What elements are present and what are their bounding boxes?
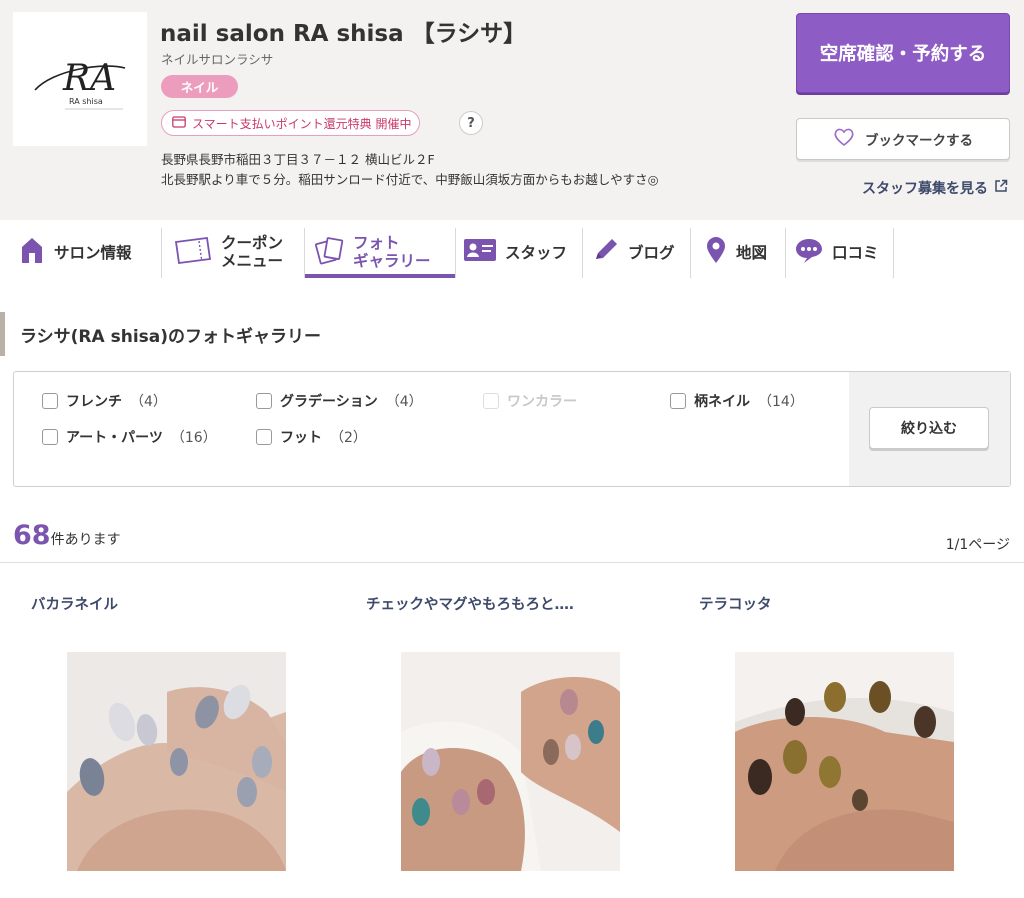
tab-salon-info[interactable]: サロン情報 [18, 226, 132, 278]
active-tab-indicator [305, 274, 455, 278]
filter-count: （4） [385, 394, 423, 410]
staff-recruit-link[interactable]: スタッフ募集を見る [862, 178, 1008, 198]
result-count: 68 件あります [13, 520, 121, 551]
filter-label: 柄ネイル [694, 394, 750, 410]
filter-label: グラデーション [280, 394, 378, 410]
svg-text:RA shisa: RA shisa [69, 97, 103, 106]
filter-one-color: ワンカラー [483, 391, 577, 411]
salon-logo: RA RA shisa [13, 12, 147, 146]
section-title-accent [0, 312, 5, 356]
tab-photo-gallery[interactable]: フォト ギャラリー [315, 226, 431, 278]
checkbox[interactable] [256, 393, 272, 409]
filter-foot[interactable]: フット （2） [256, 427, 367, 447]
category-badge: ネイル [161, 75, 238, 98]
page-indicator: 1/1ページ [945, 537, 1010, 553]
bookmark-label: ブックマークする [865, 133, 973, 149]
checkbox [483, 393, 499, 409]
checkbox[interactable] [42, 393, 58, 409]
reserve-button[interactable]: 空席確認・予約する [796, 13, 1010, 93]
filter-label: アート・パーツ [66, 430, 163, 446]
photo-icon [315, 235, 345, 269]
nail-photo[interactable] [401, 652, 620, 871]
tab-map[interactable]: 地図 [704, 226, 767, 278]
nail-photo[interactable] [67, 652, 286, 871]
filter-art-parts[interactable]: アート・パーツ （16） [42, 427, 217, 447]
nail-photo[interactable] [735, 652, 954, 871]
salon-name: nail salon RA shisa 【ラシサ】 [160, 21, 527, 47]
card-icon [172, 115, 186, 131]
checkbox[interactable] [42, 429, 58, 445]
house-icon [18, 235, 46, 269]
checkbox[interactable] [670, 393, 686, 409]
filter-label: ワンカラー [507, 394, 577, 410]
tab-label: 地図 [736, 244, 768, 262]
filter-count: （16） [170, 430, 217, 446]
help-button[interactable]: ? [459, 111, 483, 135]
bookmark-button[interactable]: ブックマークする [796, 118, 1010, 160]
filter-gradation[interactable]: グラデーション （4） [256, 391, 423, 411]
divider [0, 562, 1024, 563]
tab-label: 口コミ [832, 244, 879, 262]
tab-coupon-menu[interactable]: クーポン メニュー [173, 226, 283, 278]
photo-title[interactable]: バカラネイル [31, 593, 118, 614]
filter-count: （4） [130, 394, 167, 410]
filter-label: フット [280, 430, 322, 446]
salon-header: RA RA shisa nail salon RA shisa 【ラシサ】 ネイ… [0, 0, 1024, 220]
narrow-down-button[interactable]: 絞り込む [869, 407, 989, 449]
checkbox[interactable] [256, 429, 272, 445]
result-count-number: 68 [13, 520, 51, 551]
staff-recruit-label: スタッフ募集を見る [862, 181, 988, 197]
filter-panel: フレンチ （4） グラデーション （4） ワンカラー 柄ネイル （14） アート・パー… [13, 371, 1011, 487]
filter-count: （2） [330, 430, 367, 446]
svg-text:RA: RA [62, 58, 116, 99]
tab-label: クーポン メニュー [221, 234, 284, 270]
tab-label: スタッフ [505, 244, 568, 262]
salon-tab-nav: サロン情報 クーポン メニュー フォト ギャラリー スタッフ ブログ 地図 口コ… [0, 226, 1024, 280]
speech-bubble-icon [794, 236, 824, 268]
heart-icon [833, 127, 855, 151]
external-link-icon [994, 179, 1008, 197]
staff-card-icon [463, 237, 497, 267]
payment-promo-text: スマート支払いポイント還元特典 開催中 [192, 116, 412, 131]
tab-reviews[interactable]: 口コミ [794, 226, 879, 278]
filter-pattern-nail[interactable]: 柄ネイル （14） [670, 391, 804, 411]
payment-promo-pill[interactable]: スマート支払いポイント還元特典 開催中 [161, 110, 421, 136]
gallery-title: ラシサ(RA shisa)のフォトギャラリー [20, 327, 322, 347]
salon-address: 長野県長野市稲田３丁目３７－１２ 横山ビル２F 北長野駅より車で５分。稲田サンロ… [161, 150, 659, 190]
address-line: 長野県長野市稲田３丁目３７－１２ 横山ビル２F [161, 152, 435, 167]
tab-label: ブログ [628, 244, 675, 262]
tab-blog[interactable]: ブログ [592, 226, 675, 278]
salon-kana: ネイルサロンラシサ [161, 52, 274, 67]
tab-label: サロン情報 [54, 244, 132, 262]
photo-title[interactable]: テラコッタ [699, 593, 772, 614]
map-pin-icon [704, 235, 728, 269]
photo-title[interactable]: チェックやマグやもろもろと‥‥ [366, 593, 574, 614]
filter-count: （14） [758, 394, 804, 410]
access-line: 北長野駅より車で５分。稲田サンロード付近で、中野飯山須坂方面からもお越しやすさ◎ [161, 172, 659, 187]
tab-label: フォト ギャラリー [353, 234, 431, 270]
coupon-icon [173, 235, 213, 269]
filter-label: フレンチ [66, 394, 122, 410]
pencil-icon [592, 235, 620, 269]
result-count-label: 件あります [50, 532, 121, 548]
filter-french[interactable]: フレンチ （4） [42, 391, 167, 411]
tab-staff[interactable]: スタッフ [463, 226, 567, 278]
